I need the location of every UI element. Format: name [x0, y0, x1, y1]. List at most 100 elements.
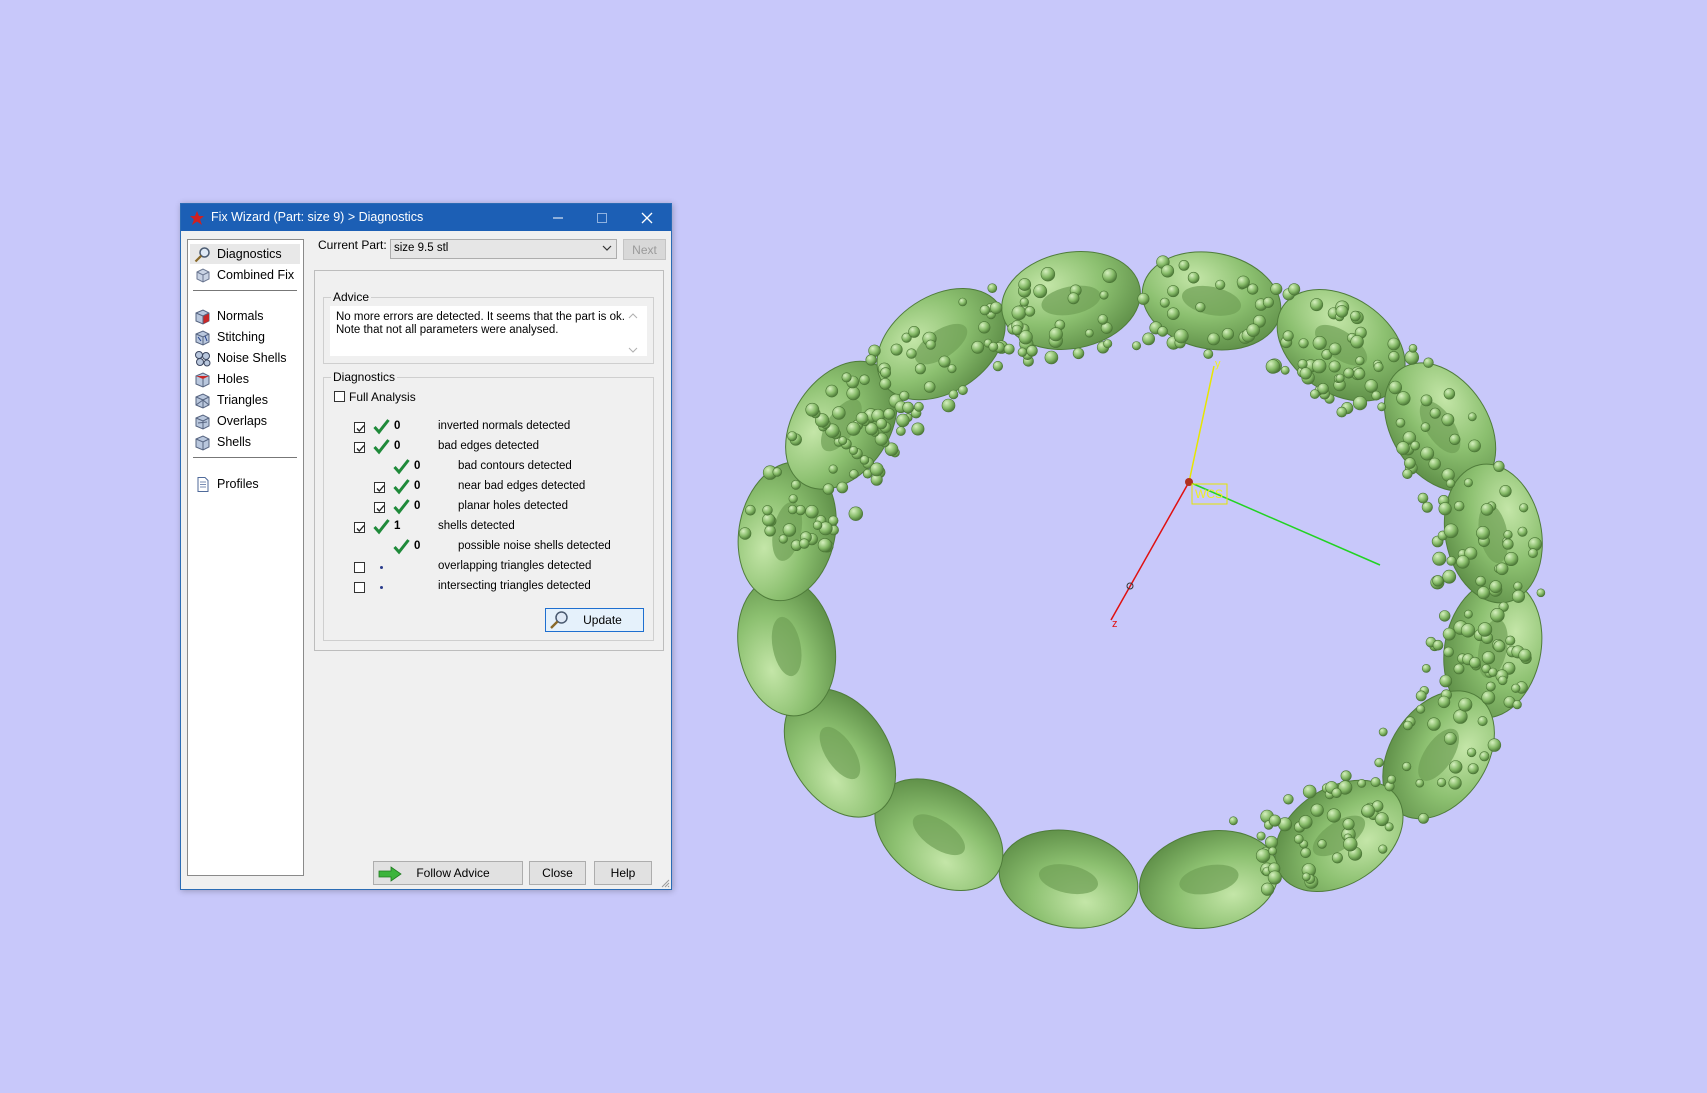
- bead: [1357, 779, 1367, 788]
- bead: [1439, 674, 1453, 688]
- bead: [1294, 834, 1304, 844]
- sidebar-item-stitching[interactable]: Stitching: [194, 327, 265, 347]
- bead: [1336, 406, 1348, 418]
- diagnostic-checkbox[interactable]: [354, 422, 365, 433]
- next-button[interactable]: Next: [623, 239, 666, 260]
- current-part-select[interactable]: size 9.5 stl: [390, 239, 617, 259]
- window-title: Fix Wizard (Part: size 9) > Diagnostics: [211, 210, 424, 224]
- maximize-icon: [597, 212, 607, 223]
- bead: [1067, 292, 1080, 305]
- bead: [1437, 695, 1451, 709]
- bead: [1420, 446, 1435, 461]
- bead: [1404, 457, 1416, 469]
- bead: [1255, 848, 1271, 863]
- diagnostic-count: 0: [394, 420, 401, 432]
- bead: [978, 321, 991, 334]
- bead: [1476, 526, 1490, 540]
- bead: [1040, 267, 1056, 282]
- diagnostic-checkbox[interactable]: [374, 502, 385, 513]
- sidebar-item-noise-shells[interactable]: Noise Shells: [194, 348, 286, 368]
- title-bar[interactable]: Fix Wizard (Part: size 9) > Diagnostics: [181, 204, 671, 231]
- bead: [849, 469, 859, 479]
- bead: [848, 506, 863, 521]
- bead: [1340, 770, 1352, 782]
- arrow-right-icon: [378, 866, 402, 882]
- bead: [1283, 794, 1294, 805]
- magnifier-icon: [194, 246, 210, 262]
- sidebar-item-diagnostics[interactable]: Diagnostics: [190, 244, 300, 264]
- bead: [1438, 610, 1451, 622]
- bead: [1011, 305, 1027, 321]
- bead: [836, 481, 849, 494]
- pending-dot-icon: [380, 586, 383, 589]
- stitching-cube-icon: [195, 329, 210, 346]
- bead: [958, 297, 968, 307]
- bead: [846, 421, 861, 436]
- bead: [865, 354, 877, 366]
- bead: [1453, 663, 1465, 675]
- bead: [1280, 365, 1290, 375]
- help-button[interactable]: Help: [594, 861, 652, 885]
- bead: [738, 527, 752, 540]
- bead: [1331, 787, 1342, 799]
- bead: [1377, 402, 1387, 412]
- bead: [1421, 664, 1431, 673]
- bead: [906, 348, 917, 359]
- diagnostic-label: possible noise shells detected: [458, 540, 611, 552]
- sidebar-item-triangles[interactable]: Triangles: [194, 390, 268, 410]
- bead: [1378, 844, 1388, 854]
- diagnostic-checkbox[interactable]: [354, 582, 365, 593]
- diagnostic-label: near bad edges detected: [458, 480, 586, 492]
- bead: [1536, 588, 1546, 598]
- bead: [1497, 675, 1508, 686]
- sidebar-item-normals[interactable]: Normals: [194, 306, 264, 326]
- diagnostic-checkbox[interactable]: [354, 562, 365, 573]
- bead: [1361, 804, 1375, 818]
- bead: [1417, 492, 1429, 504]
- bead: [1018, 278, 1032, 291]
- bead: [1335, 305, 1349, 318]
- bead: [1448, 760, 1463, 774]
- minimize-icon: [553, 217, 563, 218]
- update-label: Update: [583, 613, 622, 627]
- sidebar-item-profiles[interactable]: Profiles: [194, 474, 259, 494]
- bead: [1416, 704, 1426, 714]
- bead: [1429, 407, 1441, 419]
- full-analysis-checkbox[interactable]: [334, 391, 345, 402]
- bead: [1270, 282, 1283, 295]
- maximize-button[interactable]: [580, 204, 624, 231]
- bead: [914, 363, 926, 375]
- bead: [869, 462, 884, 477]
- minimize-button[interactable]: [536, 204, 580, 231]
- diagnostic-checkbox[interactable]: [354, 442, 365, 453]
- ok-check-icon: [393, 479, 410, 495]
- bead: [1421, 501, 1433, 513]
- update-button[interactable]: Update: [545, 608, 644, 632]
- resize-grip-icon[interactable]: [660, 878, 670, 888]
- bead: [1157, 326, 1168, 337]
- diagnostic-count: 0: [394, 440, 401, 452]
- bead: [1229, 816, 1238, 826]
- close-window-button[interactable]: [625, 204, 669, 231]
- sidebar-item-overlaps[interactable]: Overlaps: [194, 411, 267, 431]
- follow-advice-button[interactable]: Follow Advice: [373, 861, 523, 885]
- diagnostic-checkbox[interactable]: [354, 522, 365, 533]
- checkmark-icon: [356, 425, 365, 432]
- bead: [1436, 777, 1447, 788]
- bead: [1350, 335, 1364, 349]
- bead: [1493, 640, 1506, 653]
- wcs-axes: [1110, 365, 1381, 621]
- diagnostic-checkbox[interactable]: [374, 482, 385, 493]
- advice-scrollbar[interactable]: [626, 310, 640, 356]
- sidebar-item-shells[interactable]: Shells: [194, 432, 251, 452]
- bead: [1489, 580, 1503, 594]
- sidebar-item-label: Noise Shells: [217, 351, 287, 365]
- close-button[interactable]: Close: [529, 861, 586, 885]
- bead: [1396, 441, 1410, 455]
- bead: [1370, 777, 1381, 788]
- bead: [947, 364, 957, 374]
- sidebar-item-combined-fix[interactable]: Combined Fix: [194, 265, 294, 285]
- sidebar-item-holes[interactable]: Holes: [194, 369, 249, 389]
- bead: [1512, 699, 1522, 710]
- follow-advice-label: Follow Advice: [416, 866, 490, 880]
